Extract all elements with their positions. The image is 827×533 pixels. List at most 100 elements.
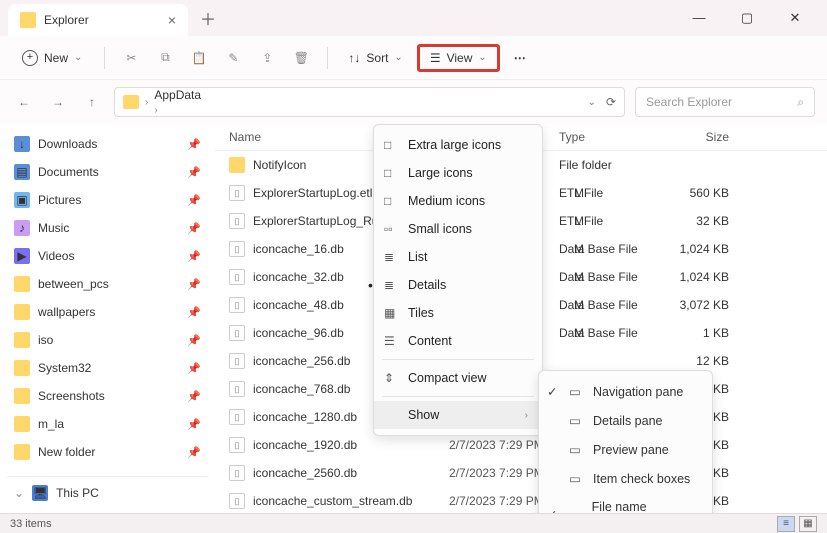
show-preview-pane[interactable]: ▭Preview pane: [539, 435, 712, 464]
layout-icon: ▦: [384, 306, 400, 320]
breadcrumb[interactable]: › Users › m_la › AppData › Local › Micr.…: [114, 87, 625, 117]
crumb-local[interactable]: Local: [154, 116, 201, 117]
viewmenu-extra-large-icons[interactable]: □Extra large icons: [374, 131, 542, 159]
folder-icon: [14, 388, 30, 404]
details-view-toggle[interactable]: ≡: [777, 516, 795, 532]
pin-icon: 📌: [187, 250, 201, 263]
layout-icon: □: [384, 166, 400, 180]
col-type[interactable]: Type: [559, 130, 669, 144]
more-button[interactable]: ⋯: [506, 47, 536, 69]
window-controls: — ▢ ✕: [685, 10, 819, 26]
pin-icon: 📌: [187, 362, 201, 375]
sidebar-item-new-folder[interactable]: New folder📌: [6, 438, 209, 466]
tab-explorer[interactable]: Explorer ×: [8, 4, 188, 36]
file-icon: ▯: [229, 381, 245, 397]
folder-icon: [20, 12, 36, 28]
sidebar-item-m_la[interactable]: m_la📌: [6, 410, 209, 438]
sidebar-item-screenshots[interactable]: Screenshots📌: [6, 382, 209, 410]
sidebar-item-between_pcs[interactable]: between_pcs📌: [6, 270, 209, 298]
file-icon: ▯: [229, 409, 245, 425]
close-button[interactable]: ✕: [781, 10, 809, 26]
delete-icon[interactable]: 🗑: [287, 44, 315, 72]
back-button[interactable]: ←: [12, 90, 36, 114]
pin-icon: 📌: [187, 390, 201, 403]
pin-icon: 📌: [187, 418, 201, 431]
folder-icon: [14, 416, 30, 432]
sidebar-item-videos[interactable]: ▶Videos📌: [6, 242, 209, 270]
file-list: Name Type Size NotifyIconFile folder▯Exp…: [215, 124, 827, 513]
layout-icon: ≣: [384, 278, 400, 292]
layout-icon: ≣: [384, 250, 400, 264]
folder-icon: [229, 157, 245, 173]
pin-icon: 📌: [187, 446, 201, 459]
separator: [327, 47, 328, 69]
thumbnails-view-toggle[interactable]: ▦: [799, 516, 817, 532]
viewmenu-small-icons[interactable]: ▫▫Small icons: [374, 215, 542, 243]
sidebar-item-downloads[interactable]: ↓Downloads📌: [6, 130, 209, 158]
chevron-down-icon: ⌄: [74, 52, 82, 63]
view-button[interactable]: ☰ View ⌄: [417, 44, 500, 72]
rename-icon[interactable]: ✎: [219, 44, 247, 72]
down-icon: ↓: [14, 136, 30, 152]
plus-icon: +: [22, 50, 38, 66]
sidebar-item-documents[interactable]: ▤Documents📌: [6, 158, 209, 186]
viewmenu-large-icons[interactable]: □Large icons: [374, 159, 542, 187]
close-tab-icon[interactable]: ×: [168, 12, 176, 28]
show-details-pane[interactable]: ▭Details pane: [539, 406, 712, 435]
viewmenu-show[interactable]: Show›: [374, 401, 542, 429]
viewmenu-details[interactable]: •≣Details: [374, 271, 542, 299]
refresh-button[interactable]: ⟳: [606, 95, 616, 109]
sidebar-item-pictures[interactable]: ▣Pictures📌: [6, 186, 209, 214]
show-submenu: ✓▭Navigation pane▭Details pane▭Preview p…: [538, 370, 713, 513]
pin-icon: 📌: [187, 166, 201, 179]
paste-icon[interactable]: 📋: [185, 44, 213, 72]
forward-button[interactable]: →: [46, 90, 70, 114]
sidebar-item-music[interactable]: ♪Music📌: [6, 214, 209, 242]
sidebar: ↓Downloads📌▤Documents📌▣Pictures📌♪Music📌▶…: [0, 124, 215, 513]
check-icon: ✓: [547, 507, 557, 514]
maximize-button[interactable]: ▢: [733, 10, 761, 26]
chevron-down-icon[interactable]: ⌄: [588, 97, 596, 108]
statusbar: 33 items ≡ ▦: [0, 513, 827, 533]
minimize-button[interactable]: —: [685, 10, 713, 26]
viewmenu-compact-view[interactable]: ⇕Compact view: [374, 364, 542, 392]
sidebar-item-this-pc[interactable]: ⌄🖥This PC: [6, 476, 209, 507]
up-button[interactable]: ↑: [80, 90, 104, 114]
vid-icon: ▶: [14, 248, 30, 264]
show-item-check-boxes[interactable]: ▭Item check boxes: [539, 464, 712, 493]
toolbar: + New ⌄ ✂ ⧉ 📋 ✎ ⇪ 🗑 ↑↓ Sort ⌄ ☰ View ⌄ ⋯: [0, 36, 827, 80]
list-icon: ☰: [430, 51, 441, 65]
viewmenu-medium-icons[interactable]: □Medium icons: [374, 187, 542, 215]
new-button[interactable]: + New ⌄: [12, 46, 92, 70]
pin-icon: 📌: [187, 194, 201, 207]
sidebar-item-system32[interactable]: System32📌: [6, 354, 209, 382]
folder-icon: [14, 304, 30, 320]
show-file-name-extensions[interactable]: ✓▭File name extensions: [539, 493, 712, 513]
file-icon: ▯: [229, 465, 245, 481]
show-navigation-pane[interactable]: ✓▭Navigation pane: [539, 377, 712, 406]
music-icon: ♪: [14, 220, 30, 236]
viewmenu-list[interactable]: ≣List: [374, 243, 542, 271]
sidebar-item-wallpapers[interactable]: wallpapers📌: [6, 298, 209, 326]
folder-icon: [123, 95, 139, 109]
viewmenu-tiles[interactable]: ▦Tiles: [374, 299, 542, 327]
table-row[interactable]: ▯iconcache_custom_stream.db2/7/2023 7:29…: [215, 487, 827, 512]
view-menu: □Extra large icons□Large icons□Medium ic…: [373, 124, 543, 436]
table-row[interactable]: ▯iconcache_2560.db2/7/2023 7:29 PM1 KB: [215, 459, 827, 487]
share-icon[interactable]: ⇪: [253, 44, 281, 72]
chevron-down-icon: ⌄: [394, 52, 402, 63]
crumb-appdata[interactable]: AppData: [154, 88, 201, 102]
col-size[interactable]: Size: [669, 130, 749, 144]
sidebar-item-iso[interactable]: iso📌: [6, 326, 209, 354]
cut-icon[interactable]: ✂: [117, 44, 145, 72]
add-tab-button[interactable]: ＋: [200, 6, 216, 30]
layout-icon: ▫▫: [384, 222, 400, 236]
folder-icon: [14, 276, 30, 292]
layout-icon: □: [384, 138, 400, 152]
search-input[interactable]: Search Explorer ⌕: [635, 87, 815, 117]
viewmenu-content[interactable]: ☰Content: [374, 327, 542, 355]
file-icon: ▯: [229, 493, 245, 509]
sort-button[interactable]: ↑↓ Sort ⌄: [340, 47, 410, 69]
copy-icon[interactable]: ⧉: [151, 44, 179, 72]
tab-title: Explorer: [44, 13, 89, 27]
